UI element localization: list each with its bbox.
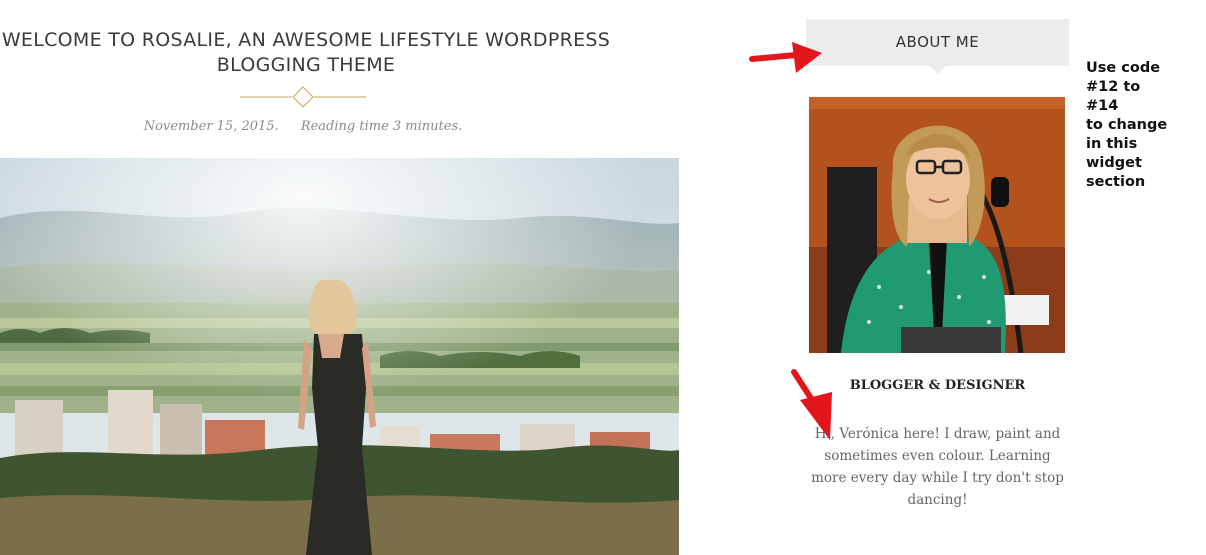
post-meta: November 15, 2015. Reading time 3 minute… [0,119,606,134]
portrait-illustration [809,97,1065,353]
annotation-line: to change [1086,117,1168,133]
widget-bio-text: Hi, Verónica here! I draw, paint and som… [811,426,1064,508]
featured-image[interactable] [0,158,679,555]
annotation-line: Use code [1086,60,1161,76]
landscape-illustration [0,158,679,555]
annotation-arrow-icon [749,42,822,73]
post-date: November 15, 2015. [143,119,279,134]
annotation-note: Use code #12 to #14 to change in this wi… [1086,59,1201,192]
widget-role-heading: BLOGGER & DESIGNER [849,378,1026,393]
title-divider [240,86,366,108]
about-me-widget-title: ABOUT ME [806,19,1069,74]
profile-photo [809,97,1065,353]
annotation-line: widget [1086,155,1142,171]
annotation-line: in this [1086,136,1138,152]
reading-time: Reading time 3 minutes. [300,119,463,134]
annotation-line: section [1086,174,1146,190]
annotation-line: #14 [1086,98,1119,114]
post-title[interactable]: WELCOME TO ROSALIE, AN AWESOME LIFESTYLE… [0,28,622,78]
annotation-line: #12 to [1086,79,1141,95]
annotation-arrow-icon [791,369,832,440]
